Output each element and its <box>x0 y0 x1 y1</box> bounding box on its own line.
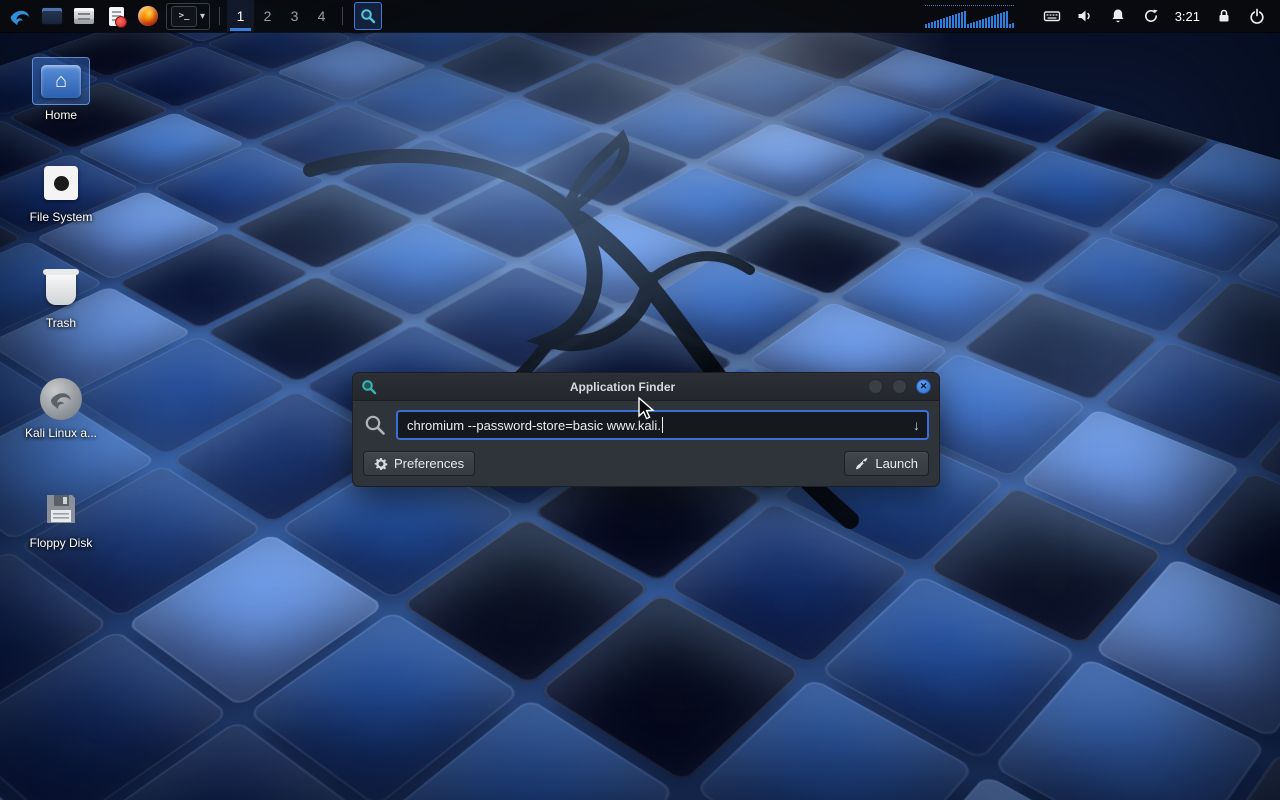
notifications-bell-icon[interactable] <box>1109 7 1127 25</box>
search-icon <box>363 413 387 437</box>
entry-dropdown-arrow-icon[interactable]: ↓ <box>913 417 920 433</box>
text-caret <box>662 417 663 433</box>
gear-icon <box>374 457 388 471</box>
terminal-icon: >_ <box>171 6 197 27</box>
close-icon: ✕ <box>920 381 928 392</box>
lock-icon[interactable] <box>1215 7 1233 25</box>
launch-label: Launch <box>875 456 918 471</box>
panel-separator: | <box>219 7 220 25</box>
desktop-icon-label: Trash <box>46 317 76 330</box>
maximize-button[interactable] <box>892 379 907 394</box>
launcher-firefox[interactable] <box>134 2 162 30</box>
top-panel: >_ ▾ | 1 2 3 4 | 3:21 <box>0 0 1280 32</box>
desktop-icon-label: Home <box>45 109 77 122</box>
volume-icon[interactable] <box>1076 7 1094 25</box>
panel-tray: 3:21 <box>925 5 1276 28</box>
kali-menu-button[interactable] <box>6 2 34 30</box>
workspace-2[interactable]: 2 <box>254 0 281 32</box>
window-manager-icon <box>41 7 63 25</box>
application-finder-icon <box>360 8 376 24</box>
launch-rocket-icon <box>855 457 869 471</box>
chevron-down-icon[interactable]: ▾ <box>200 11 205 22</box>
kali-logo-icon <box>33 376 89 422</box>
search-input[interactable]: chromium --password-store=basic www.kali… <box>396 410 929 440</box>
kali-menu-icon <box>8 4 32 28</box>
trash-can-icon <box>33 266 89 312</box>
panel-separator: | <box>342 7 343 25</box>
home-glyph: ⌂ <box>55 70 67 93</box>
preferences-label: Preferences <box>394 456 464 471</box>
workspace-3[interactable]: 3 <box>281 0 308 32</box>
home-folder-icon: ⌂ <box>33 58 89 104</box>
application-finder-window: Application Finder ✕ chromium --password… <box>352 372 940 487</box>
application-finder-icon <box>361 379 377 395</box>
file-manager-icon <box>74 8 94 24</box>
clock[interactable]: 3:21 <box>1175 9 1200 24</box>
firefox-icon <box>138 6 158 26</box>
workspace-4[interactable]: 4 <box>308 0 335 32</box>
desktop-icon-label: Floppy Disk <box>30 537 93 550</box>
launch-button[interactable]: Launch <box>844 451 929 476</box>
desktop-icon-trash[interactable]: Trash <box>17 266 105 330</box>
close-button[interactable]: ✕ <box>916 379 931 394</box>
text-editor-icon <box>109 7 124 26</box>
titlebar[interactable]: Application Finder ✕ <box>353 373 939 401</box>
kali-dragon-art <box>250 100 890 600</box>
workspace-1[interactable]: 1 <box>227 0 254 32</box>
search-query-text: chromium --password-store=basic www.kali… <box>407 418 661 433</box>
keyboard-icon[interactable] <box>1043 7 1061 25</box>
launcher-application-finder[interactable] <box>354 2 382 30</box>
launcher-file-manager[interactable] <box>70 2 98 30</box>
preferences-button[interactable]: Preferences <box>363 451 475 476</box>
desktop-icon-kali-installer[interactable]: Kali Linux a... <box>17 376 105 440</box>
launcher-text-editor[interactable] <box>102 2 130 30</box>
launcher-window-manager[interactable] <box>38 2 66 30</box>
desktop-icon-label: File System <box>30 211 93 224</box>
desktop-icon-floppy[interactable]: Floppy Disk <box>17 486 105 550</box>
file-system-drive-icon <box>33 160 89 206</box>
window-title: Application Finder <box>377 380 868 394</box>
power-icon[interactable] <box>1248 7 1266 25</box>
desktop-icon-label: Kali Linux a... <box>25 427 97 440</box>
sync-icon[interactable] <box>1142 7 1160 25</box>
launcher-terminal[interactable]: >_ ▾ <box>166 3 210 30</box>
floppy-disk-icon <box>33 486 89 532</box>
desktop-icon-file-system[interactable]: File System <box>17 160 105 224</box>
minimize-button[interactable] <box>868 379 883 394</box>
desktop-icon-home[interactable]: ⌂ Home <box>17 58 105 122</box>
audio-visualizer <box>925 5 1014 28</box>
dialog-body: chromium --password-store=basic www.kali… <box>353 401 939 486</box>
